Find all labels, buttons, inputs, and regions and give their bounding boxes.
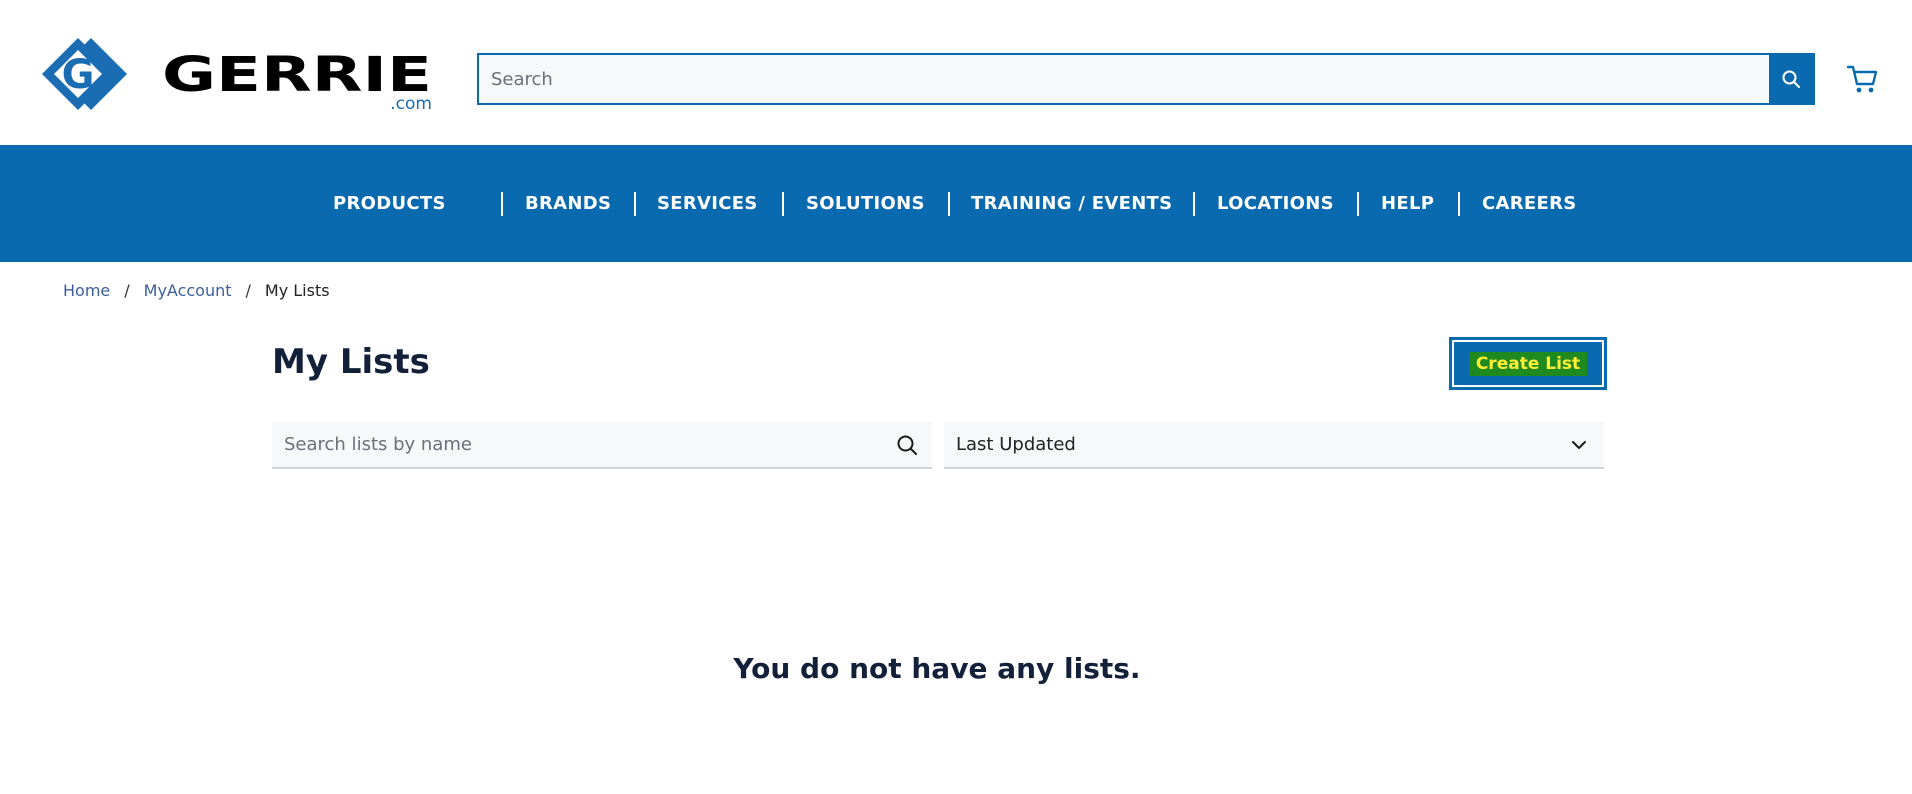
sort-selected-value: Last Updated — [956, 434, 1076, 455]
nav-divider — [1458, 192, 1460, 216]
cart-icon[interactable] — [1846, 62, 1880, 96]
sort-select[interactable]: Last Updated — [944, 422, 1604, 469]
svg-text:G: G — [62, 52, 95, 98]
nav-divider — [1193, 192, 1195, 216]
nav-solutions[interactable]: SOLUTIONS — [806, 145, 925, 262]
nav-services[interactable]: SERVICES — [657, 145, 758, 262]
chevron-down-icon — [1572, 441, 1586, 449]
nav-products[interactable]: PRODUCTS — [333, 145, 446, 262]
list-search-input[interactable] — [272, 422, 882, 467]
nav-divider — [948, 192, 950, 216]
nav-help[interactable]: HELP — [1381, 145, 1434, 262]
create-list-label: Create List — [1468, 351, 1588, 376]
breadcrumb-myaccount[interactable]: MyAccount — [144, 281, 232, 300]
nav-careers[interactable]: CAREERS — [1482, 145, 1577, 262]
site-header: G GERRIE .com — [0, 0, 1912, 145]
breadcrumb-separator: / — [245, 281, 251, 300]
nav-divider — [1357, 192, 1359, 216]
list-search — [272, 422, 932, 469]
nav-divider — [501, 192, 503, 216]
nav-divider — [634, 192, 636, 216]
search-icon — [1782, 70, 1800, 88]
breadcrumb-current: My Lists — [264, 281, 330, 300]
main-navigation: PRODUCTS BRANDS SERVICES SOLUTIONS TRAIN… — [0, 145, 1912, 262]
site-search-input[interactable] — [479, 55, 1769, 103]
search-icon[interactable] — [896, 434, 918, 456]
empty-state-message: You do not have any lists. — [733, 652, 1141, 685]
breadcrumb-separator: / — [124, 281, 130, 300]
site-search-button[interactable] — [1769, 55, 1813, 103]
page-title: My Lists — [272, 342, 430, 382]
breadcrumb-home[interactable]: Home — [63, 281, 110, 300]
create-list-button[interactable]: Create List — [1449, 337, 1607, 390]
nav-divider — [782, 192, 784, 216]
gerrie-logo[interactable]: G GERRIE .com — [38, 34, 438, 114]
site-search — [477, 53, 1815, 105]
nav-training-events[interactable]: TRAINING / EVENTS — [971, 145, 1172, 262]
logo-suffix: .com — [390, 94, 432, 114]
nav-brands[interactable]: BRANDS — [525, 145, 611, 262]
breadcrumb: Home / MyAccount / My Lists — [63, 281, 330, 300]
nav-locations[interactable]: LOCATIONS — [1217, 145, 1334, 262]
